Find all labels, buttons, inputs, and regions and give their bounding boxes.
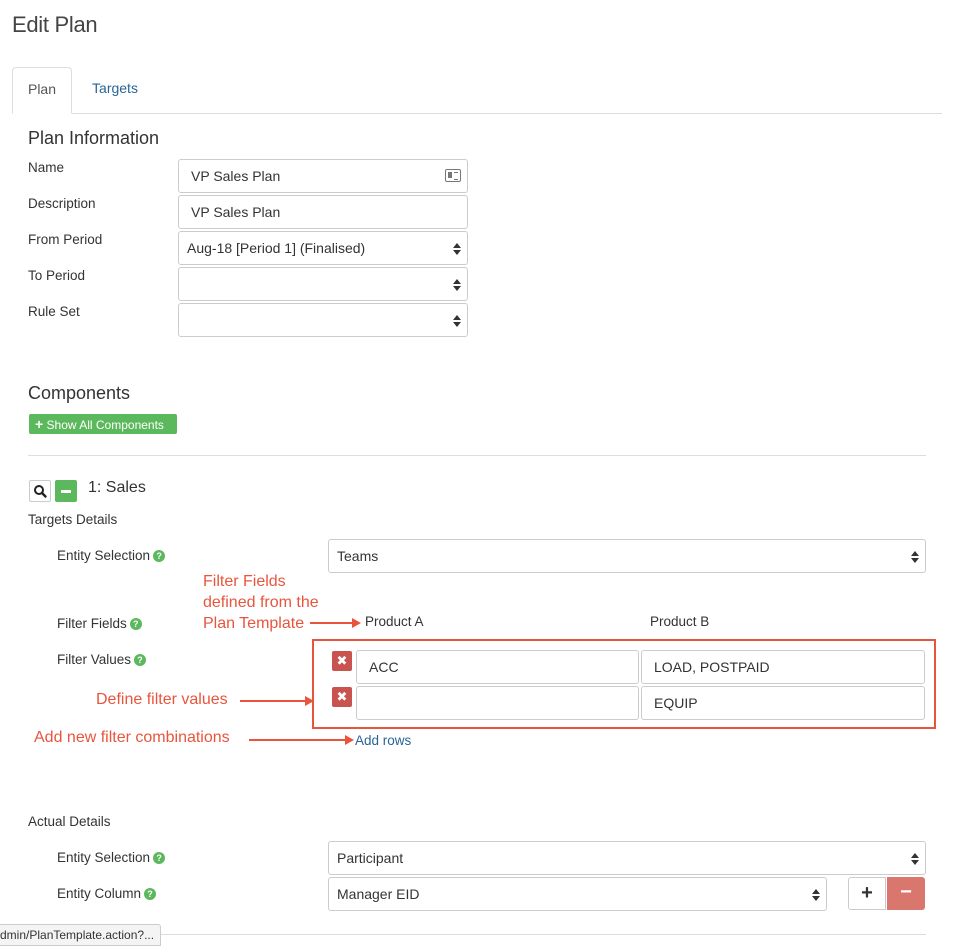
arrow-right-icon <box>305 696 314 706</box>
to-period-select[interactable] <box>178 267 468 301</box>
show-all-components-button[interactable]: + Show All Components <box>29 414 177 434</box>
search-button[interactable] <box>29 480 51 502</box>
actual-entity-selection-label-text: Entity Selection <box>57 850 151 865</box>
annotation-filter-values: Define filter values <box>96 691 228 708</box>
name-value: VP Sales Plan <box>191 168 281 184</box>
arrow-right-icon <box>352 618 361 628</box>
minus-icon <box>61 490 71 493</box>
filter-values-label: Filter Values? <box>57 652 147 667</box>
annotation-add-rows: Add new filter combinations <box>34 729 230 746</box>
filter-values-highlight <box>312 639 936 729</box>
help-icon[interactable]: ? <box>153 550 166 562</box>
plan-information-heading: Plan Information <box>28 128 160 148</box>
targets-entity-selection-select[interactable]: Teams <box>328 539 926 573</box>
filter-fields-label-text: Filter Fields <box>57 616 127 631</box>
select-arrows-icon <box>453 277 461 293</box>
rule-set-label: Rule Set <box>28 304 80 319</box>
filter-field-header-a: Product A <box>365 614 424 629</box>
components-heading: Components <box>28 383 131 403</box>
page-title: Edit Plan <box>12 12 98 37</box>
actual-details-heading: Actual Details <box>28 814 111 829</box>
from-period-label: From Period <box>28 232 103 247</box>
annotation-arrow <box>240 700 305 702</box>
entity-selection-label-text: Entity Selection <box>57 548 151 563</box>
search-icon <box>34 485 47 498</box>
actual-entity-selection-select[interactable]: Participant <box>328 841 926 875</box>
show-all-components-label: Show All Components <box>46 418 164 432</box>
help-icon[interactable]: ? <box>134 654 147 666</box>
filter-fields-label: Filter Fields? <box>57 616 142 631</box>
tab-plan[interactable]: Plan <box>12 67 72 114</box>
plus-icon: + <box>861 882 873 904</box>
select-arrows-icon <box>453 241 461 257</box>
add-rows-link[interactable]: Add rows <box>355 733 411 748</box>
help-icon[interactable]: ? <box>129 618 142 630</box>
actual-entity-selection-value: Participant <box>337 850 404 866</box>
filter-field-header-b: Product B <box>650 614 710 629</box>
from-period-value: Aug-18 [Period 1] (Finalised) <box>187 240 366 256</box>
remove-column-button[interactable]: − <box>887 877 925 910</box>
collapse-component-button[interactable] <box>55 480 77 502</box>
components-divider <box>28 455 926 456</box>
annotation-filter-fields: Filter Fields defined from the Plan Temp… <box>203 571 319 634</box>
component-title: 1: Sales <box>88 479 146 496</box>
annotation-arrow <box>249 739 345 741</box>
filter-values-label-text: Filter Values <box>57 652 132 667</box>
tabs-divider <box>12 113 942 114</box>
actual-entity-selection-label: Entity Selection? <box>57 850 166 865</box>
help-icon[interactable]: ? <box>153 852 166 864</box>
annotation-line: Filter Fields <box>203 573 286 590</box>
help-icon[interactable]: ? <box>144 888 157 900</box>
annotation-arrow <box>310 622 352 624</box>
from-period-select[interactable]: Aug-18 [Period 1] (Finalised) <box>178 231 468 265</box>
arrow-right-icon <box>345 735 354 745</box>
select-arrows-icon <box>812 887 820 903</box>
select-arrows-icon <box>911 549 919 565</box>
description-label: Description <box>28 196 96 211</box>
entity-column-value: Manager EID <box>337 886 420 902</box>
bottom-divider <box>160 934 926 935</box>
targets-details-heading: Targets Details <box>28 512 118 527</box>
entity-column-label-text: Entity Column <box>57 886 142 901</box>
to-period-label: To Period <box>28 268 86 283</box>
annotation-line: Plan Template <box>203 615 305 632</box>
entity-column-label: Entity Column? <box>57 886 157 901</box>
description-input[interactable]: VP Sales Plan <box>178 195 468 229</box>
tab-targets[interactable]: Targets <box>76 67 154 111</box>
name-label: Name <box>28 160 65 175</box>
name-input[interactable]: VP Sales Plan <box>178 159 468 193</box>
plus-icon: + <box>35 416 44 432</box>
annotation-line: defined from the <box>203 594 319 611</box>
minus-icon: − <box>900 881 912 903</box>
entity-selection-label: Entity Selection? <box>57 548 166 563</box>
rule-set-select[interactable] <box>178 303 468 337</box>
contact-card-icon <box>445 169 461 182</box>
status-bar-url: dmin/PlanTemplate.action?... <box>0 924 162 946</box>
add-column-button[interactable]: + <box>848 877 886 910</box>
description-value: VP Sales Plan <box>191 204 281 220</box>
select-arrows-icon <box>453 313 461 329</box>
targets-entity-selection-value: Teams <box>337 548 379 564</box>
entity-column-select[interactable]: Manager EID <box>328 877 827 911</box>
select-arrows-icon <box>911 851 919 867</box>
